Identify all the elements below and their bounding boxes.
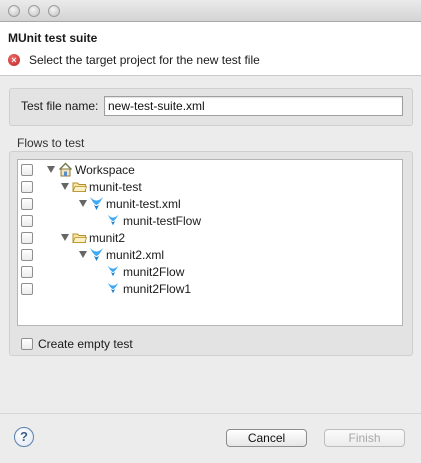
flows-tree[interactable]: Workspace munit-test munit-test.xml muni… (17, 159, 403, 326)
flow-icon (107, 265, 119, 277)
tree-item-label: munit-test.xml (106, 197, 181, 211)
error-icon: × (8, 54, 20, 66)
expand-toggle-icon[interactable] (61, 183, 69, 190)
minimize-window-button[interactable] (28, 5, 40, 17)
checkbox[interactable] (21, 283, 33, 295)
tree-row-munit2flow[interactable]: munit2Flow (18, 263, 402, 280)
tree-item-label: munit-testFlow (123, 214, 202, 228)
tree-row-munit-test[interactable]: munit-test (18, 178, 402, 195)
flow-icon (107, 214, 119, 226)
tree-item-label: munit2 (89, 231, 126, 245)
flow-icon (107, 282, 119, 294)
validation-message: Select the target project for the new te… (29, 53, 260, 67)
tree-item-label: munit-test (89, 180, 142, 194)
tree-row-munit2-xml[interactable]: munit2.xml (18, 246, 402, 263)
mule-config-icon (90, 197, 103, 210)
dialog-header: MUnit test suite × Select the target pro… (0, 22, 421, 76)
tree-item-label: munit2Flow (123, 265, 185, 279)
folder-icon (72, 182, 87, 192)
cancel-button[interactable]: Cancel (226, 429, 307, 447)
expand-toggle-icon[interactable] (61, 234, 69, 241)
expand-toggle-icon[interactable] (79, 200, 87, 207)
expand-toggle-icon[interactable] (47, 166, 55, 173)
tree-row-workspace[interactable]: Workspace (18, 161, 402, 178)
tree-row-munit-testflow[interactable]: munit-testFlow (18, 212, 402, 229)
help-icon[interactable]: ? (14, 427, 34, 447)
finish-button[interactable]: Finish (324, 429, 405, 447)
mule-config-icon (90, 248, 103, 261)
test-file-label: Test file name: (21, 99, 99, 113)
checkbox[interactable] (21, 181, 33, 193)
create-empty-test-checkbox[interactable] (21, 338, 33, 350)
checkbox[interactable] (21, 232, 33, 244)
tree-item-label: munit2Flow1 (123, 282, 192, 296)
workspace-icon (59, 162, 72, 177)
checkbox[interactable] (21, 266, 33, 278)
test-file-name-input[interactable] (104, 96, 403, 116)
tree-item-label: Workspace (75, 163, 135, 177)
expand-toggle-icon[interactable] (79, 251, 87, 258)
dialog-title: MUnit test suite (8, 31, 98, 45)
folder-icon (72, 233, 87, 243)
checkbox[interactable] (21, 249, 33, 261)
close-window-button[interactable] (8, 5, 20, 17)
create-empty-test-label[interactable]: Create empty test (38, 337, 133, 351)
tree-row-munit-test-xml[interactable]: munit-test.xml (18, 195, 402, 212)
checkbox[interactable] (21, 215, 33, 227)
window-titlebar (0, 0, 421, 22)
zoom-window-button[interactable] (48, 5, 60, 17)
footer-divider (0, 413, 421, 414)
flows-section-label: Flows to test (17, 136, 85, 150)
tree-row-munit2[interactable]: munit2 (18, 229, 402, 246)
tree-row-munit2flow1[interactable]: munit2Flow1 (18, 280, 402, 297)
checkbox[interactable] (21, 164, 33, 176)
checkbox[interactable] (21, 198, 33, 210)
tree-item-label: munit2.xml (106, 248, 165, 262)
